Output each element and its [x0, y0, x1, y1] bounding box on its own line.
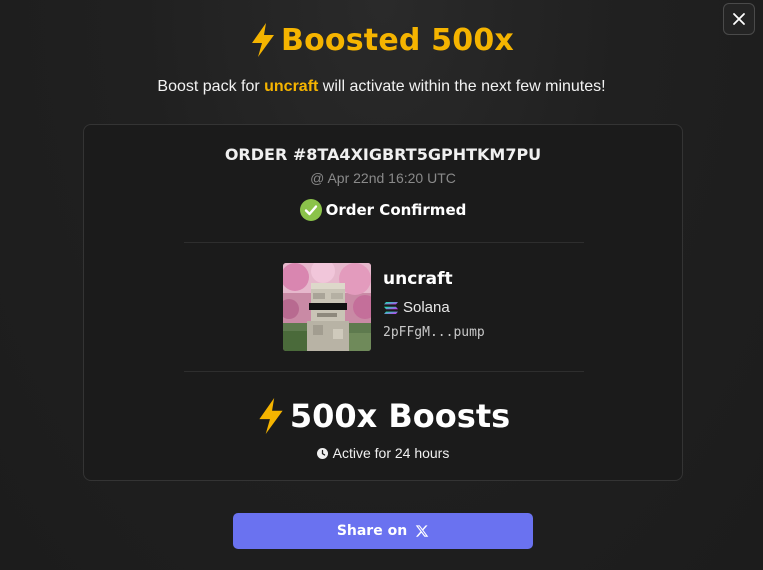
check-circle-icon [299, 199, 322, 221]
modal-header: Boosted 500x [0, 22, 763, 58]
solana-icon [384, 301, 398, 314]
order-id: ORDER #8TA4XIGBRT5GPHTKM7PU [224, 145, 542, 164]
boost-duration-label: Active for 24 hours [332, 445, 450, 461]
subtitle-token-name: uncraft [264, 78, 319, 95]
share-button-label: Share on [336, 523, 408, 539]
lightning-icon [252, 23, 275, 57]
token-name: uncraft [383, 269, 453, 289]
divider [184, 242, 584, 243]
token-avatar [283, 263, 371, 351]
subtitle-suffix: will activate within the next few minute… [318, 78, 606, 95]
order-status-label: Order Confirmed [325, 201, 467, 219]
token-info: uncraft Solana 2pFFgM...pump [383, 263, 485, 351]
modal-subtitle: Boost pack for uncraft will activate wit… [0, 78, 763, 96]
token-chain: Solana [383, 299, 485, 316]
order-status: Order Confirmed [84, 199, 682, 221]
modal-title: Boosted 500x [281, 22, 514, 58]
divider [184, 371, 584, 372]
token-chain-label: Solana [403, 299, 450, 316]
boost-amount: 500x Boosts [289, 397, 511, 435]
token-address[interactable]: 2pFFgM...pump [383, 325, 485, 340]
lightning-icon [259, 398, 283, 434]
subtitle-prefix: Boost pack for [157, 78, 265, 95]
order-card: ORDER #8TA4XIGBRT5GPHTKM7PU @ Apr 22nd 1… [83, 124, 683, 481]
clock-icon [316, 447, 328, 459]
order-time: @ Apr 22nd 16:20 UTC [310, 170, 456, 186]
share-on-x-button[interactable]: Share on [233, 513, 533, 549]
token-summary: uncraft Solana 2pFFgM...pump [283, 263, 485, 351]
boost-duration: Active for 24 hours [84, 445, 682, 461]
boost-summary: 500x Boosts [84, 397, 682, 435]
x-logo-icon [415, 525, 429, 537]
